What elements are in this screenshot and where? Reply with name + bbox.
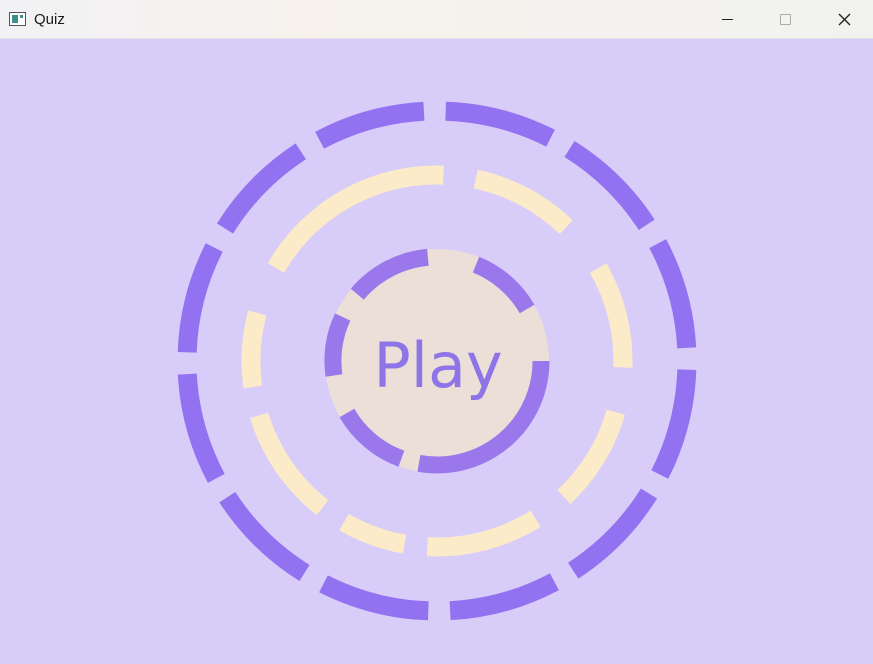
outer-ring-segment — [315, 101, 425, 149]
window-title: Quiz — [34, 11, 65, 28]
outer-ring-segment — [219, 491, 310, 582]
outer-ring-segment — [177, 243, 223, 353]
middle-ring-segment — [473, 169, 573, 235]
outer-ring-segment — [445, 101, 555, 147]
minimize-button[interactable] — [698, 0, 756, 39]
middle-ring-segment — [339, 513, 407, 554]
inner-ring-segment — [324, 313, 351, 377]
outer-ring-segment — [319, 575, 429, 621]
title-bar[interactable]: Quiz — [0, 0, 873, 39]
outer-ring-segment — [649, 239, 697, 349]
outer-ring-segment — [449, 573, 559, 621]
outer-ring-segment — [216, 143, 307, 234]
middle-ring-segment — [241, 310, 267, 389]
middle-ring-segment — [250, 412, 329, 516]
quiz-canvas: Play — [0, 39, 873, 664]
middle-ring-segment — [589, 263, 633, 368]
outer-ring-segment — [651, 369, 697, 479]
middle-ring-segment — [267, 177, 377, 273]
middle-ring-segment — [426, 510, 541, 557]
rings-graphic — [177, 101, 697, 621]
middle-ring-segment — [557, 409, 625, 504]
close-icon — [838, 13, 851, 26]
maximize-button[interactable] — [756, 0, 814, 39]
app-window-icon — [9, 12, 26, 26]
outer-ring-segment — [564, 140, 655, 231]
close-button[interactable] — [815, 0, 873, 39]
outer-ring-segment — [567, 488, 658, 579]
outer-ring-segment — [177, 373, 225, 483]
